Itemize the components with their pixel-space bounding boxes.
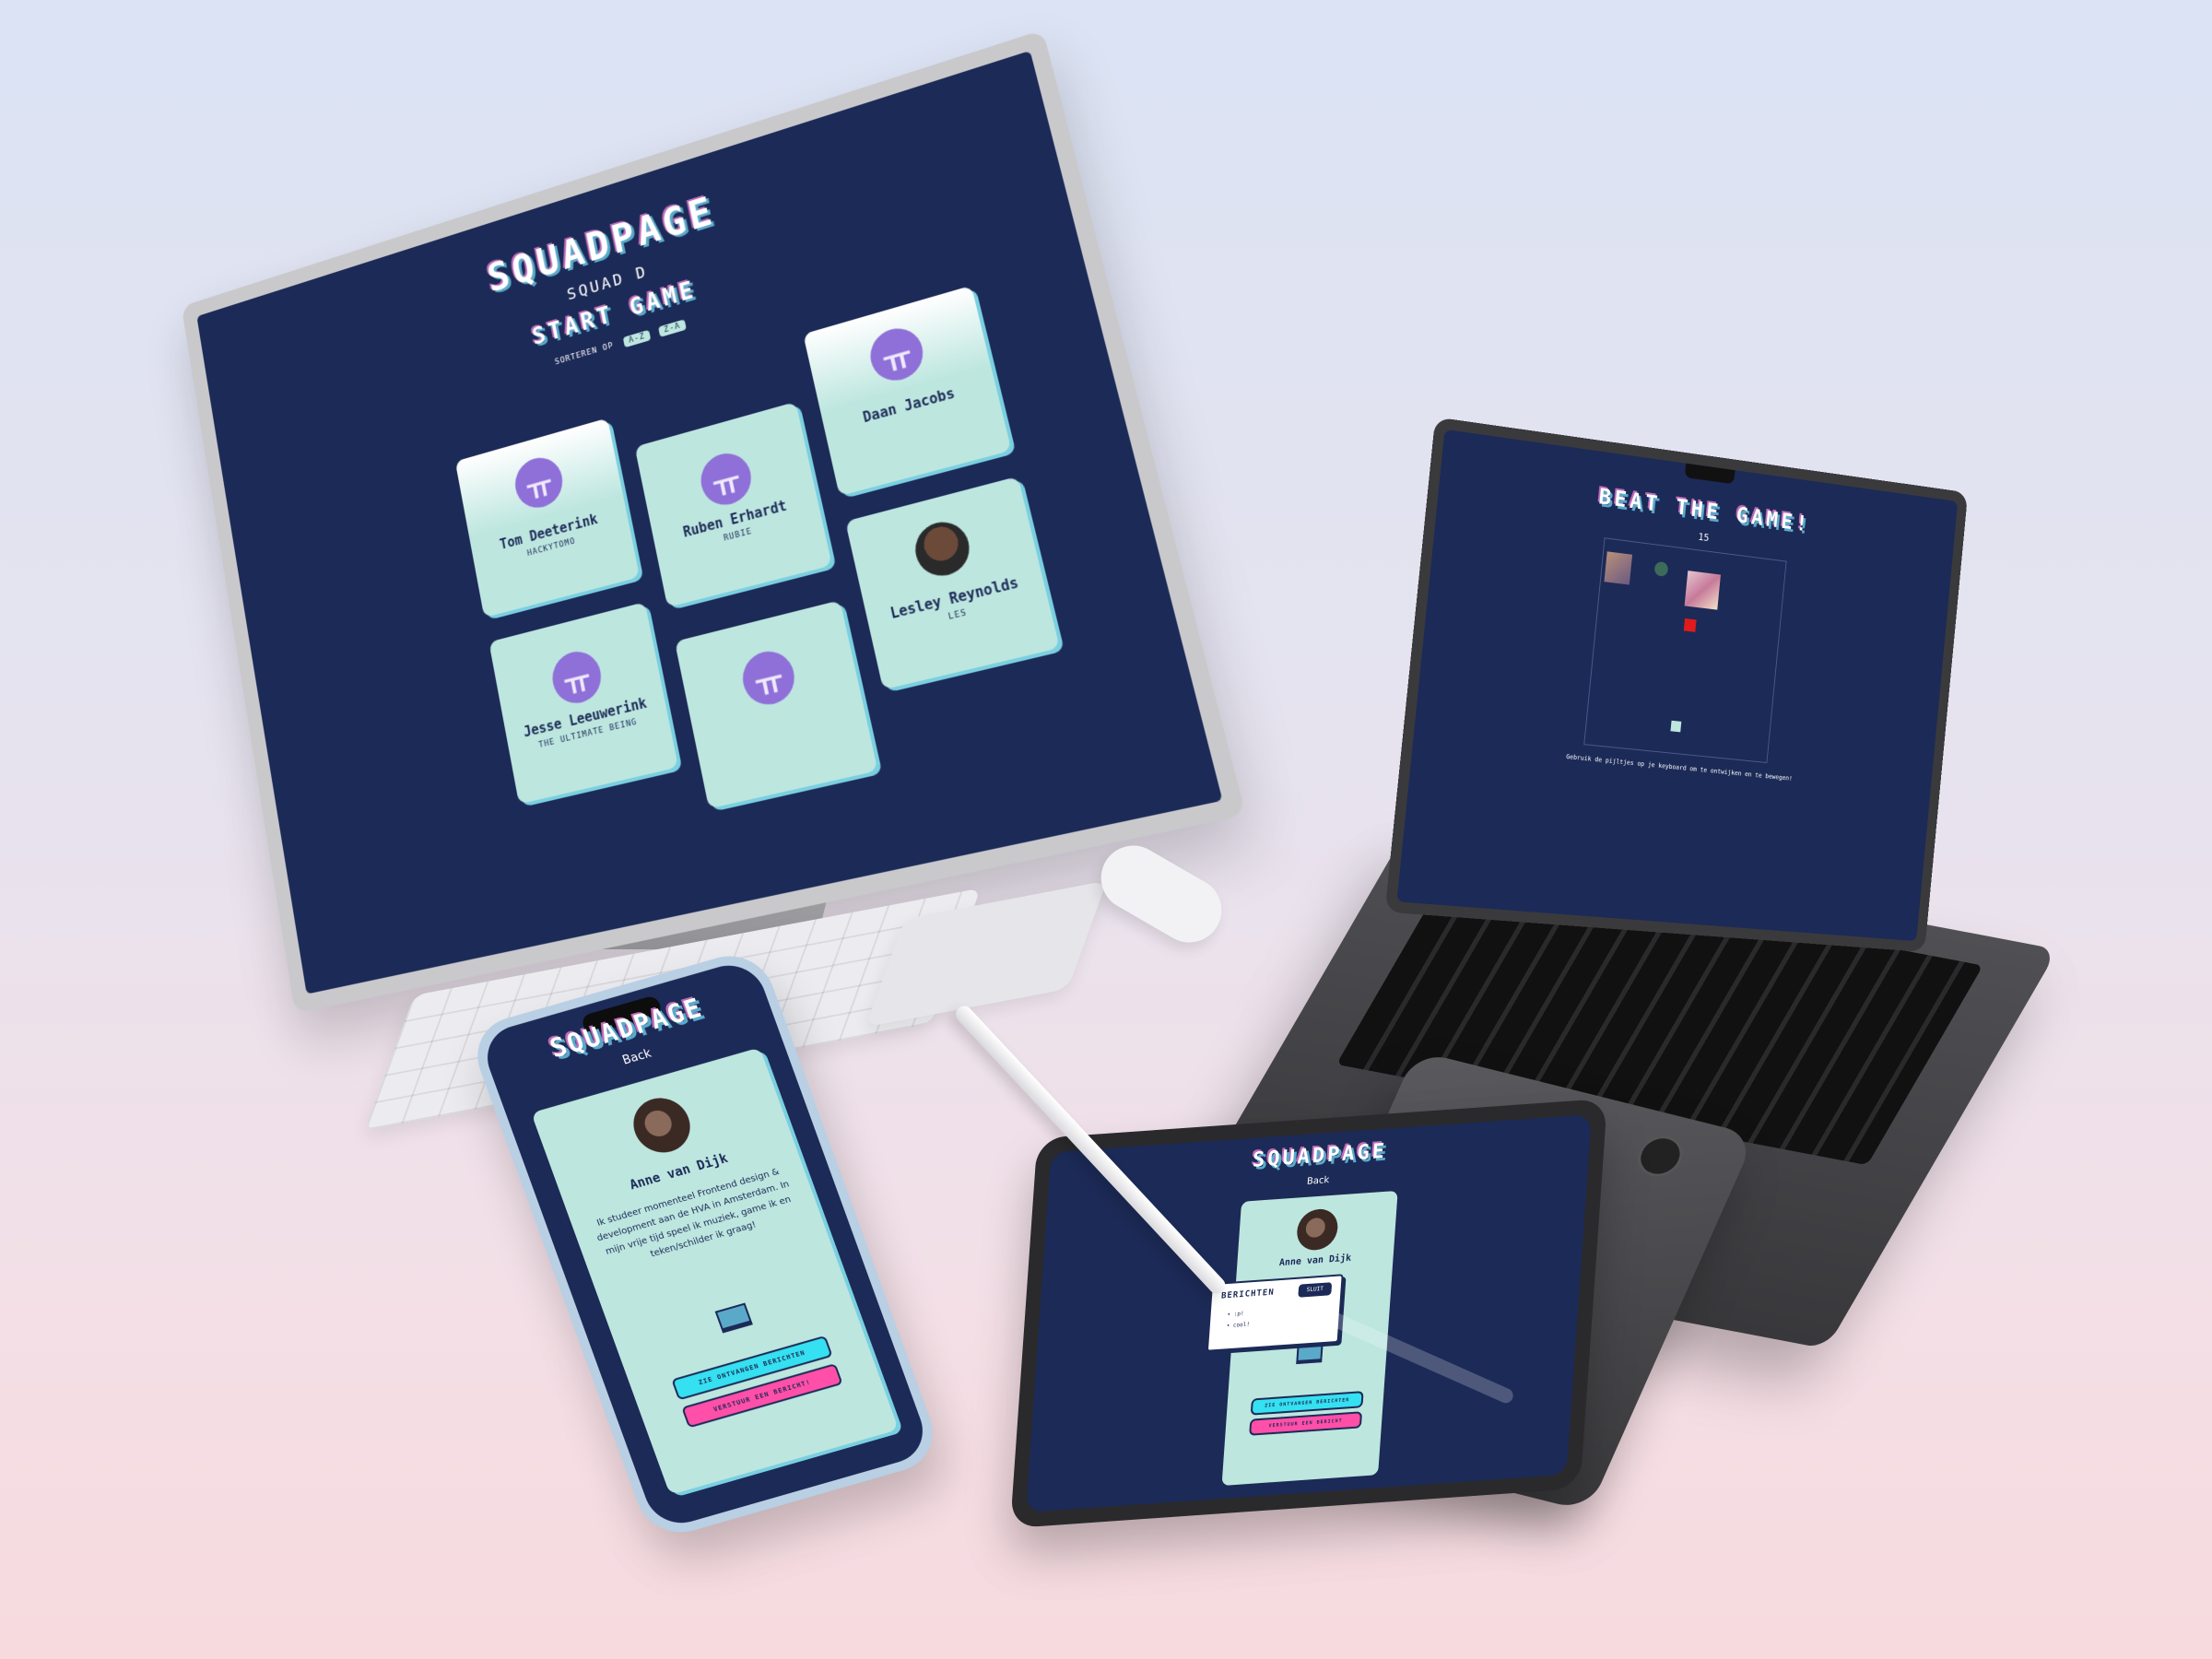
laptop-lid: BEAT THE GAME! 15 Gebruik de pijltjes op… xyxy=(1385,417,1969,952)
laptop-screen: BEAT THE GAME! 15 Gebruik de pijltjes op… xyxy=(1396,429,1958,941)
enemy-avatar xyxy=(1604,551,1632,584)
message-item: • :p! xyxy=(1227,1311,1244,1318)
member-card[interactable]: ㅠ Jesse Leeuwerink THE ULTIMATE BEING xyxy=(488,602,678,804)
monitor-bezel: SQUADPAGE SQUAD D START GAME SORTEREN OP… xyxy=(182,29,1246,1013)
player-block xyxy=(1670,721,1681,733)
squad-logo-icon: ㅠ xyxy=(548,646,606,708)
messages-modal: BERICHTEN SLUIT • :p! • cool! xyxy=(1206,1274,1344,1352)
message-item: • cool! xyxy=(1226,1321,1250,1329)
member-avatar xyxy=(911,516,975,582)
enemy-avatar xyxy=(1685,571,1721,610)
modal-close-button[interactable]: SLUIT xyxy=(1298,1282,1332,1298)
member-card[interactable]: Lesley Reynolds LES xyxy=(845,477,1060,690)
game-board[interactable] xyxy=(1583,537,1786,763)
member-card[interactable]: ㅠ Tom Deeterink HACKYTOMO xyxy=(455,418,640,618)
sort-za-button[interactable]: Z-A xyxy=(658,319,687,337)
camera-notch xyxy=(1685,464,1735,485)
magic-mouse xyxy=(1089,834,1233,955)
squad-logo-icon: ㅠ xyxy=(738,646,799,710)
profile-name: Anne van Dijk xyxy=(1237,1250,1394,1271)
sort-az-button[interactable]: A-Z xyxy=(623,330,652,348)
member-card[interactable]: ㅠ Daan Jacobs xyxy=(803,286,1011,496)
laptop-icon xyxy=(715,1303,753,1334)
phone-screen: SQUADPAGE Back Anne van Dijk Ik studeer … xyxy=(477,958,932,1531)
profile-avatar xyxy=(1296,1207,1339,1251)
obstacle-block xyxy=(1684,618,1697,632)
enemy-avatar xyxy=(1654,561,1669,577)
profile-card: Anne van Dijk Ik studeer momenteel Front… xyxy=(531,1047,899,1495)
laptop-icon xyxy=(1296,1344,1323,1364)
squad-logo-icon: ㅠ xyxy=(697,448,756,511)
send-message-button[interactable]: VERSTUUR EEN BERICHT xyxy=(1249,1411,1362,1436)
phone: SQUADPAGE Back Anne van Dijk Ik studeer … xyxy=(465,947,945,1543)
sort-label: SORTEREN OP xyxy=(554,341,614,367)
member-card[interactable]: ㅠ Ruben Erhardt RUBIE xyxy=(635,402,832,607)
desktop-screen: SQUADPAGE SQUAD D START GAME SORTEREN OP… xyxy=(196,51,1222,994)
profile-avatar xyxy=(626,1091,698,1159)
member-card[interactable]: ㅠ xyxy=(675,600,878,808)
modal-title: BERICHTEN xyxy=(1221,1288,1275,1301)
rear-camera-icon xyxy=(1631,1132,1690,1182)
